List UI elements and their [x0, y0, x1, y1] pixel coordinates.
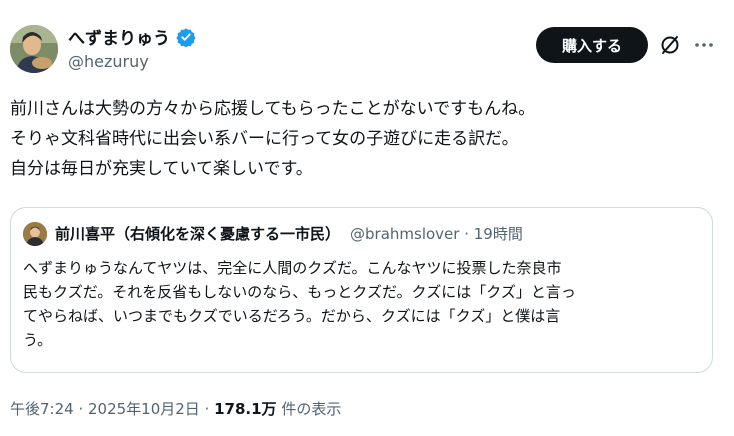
tweet-footer: 午後7:24 · 2025年10月2日 · 178.1万 件の表示: [10, 398, 341, 419]
author-avatar[interactable]: [10, 25, 58, 73]
quoted-tweet[interactable]: 前川喜平（右傾化を深く憂慮する一市民） @brahmslover · 19時間 …: [10, 207, 713, 373]
author-handle[interactable]: @hezuruy: [68, 52, 149, 71]
subscribe-button[interactable]: 購入する: [536, 27, 648, 63]
quoted-line: 民もクズだ。それを反省もしないのなら、もっとクズだ。クズには「クズ」と言っ: [23, 283, 576, 301]
quoted-author-meta: @brahmslover · 19時間: [350, 225, 523, 243]
quoted-line: てやらねば、いつまでもクズでいるだろう。だから、クズには「クズ」と僕は言: [23, 307, 561, 325]
quoted-line: へずまりゅうなんてヤツは、完全に人間のクズだ。こんなヤツに投票した奈良市: [23, 259, 562, 277]
tweet-text: 前川さんは大勢の方々から応援してもらったことがないですもんね。 そりゃ文科省時代…: [10, 94, 720, 184]
tweet-line: そりゃ文科省時代に出会い系バーに行って女の子遊びに走る訳だ。: [10, 129, 519, 149]
tweet-timestamp[interactable]: 午後7:24 · 2025年10月2日 ·: [10, 400, 214, 418]
view-count-label: 件の表示: [276, 400, 342, 418]
view-count: 178.1万: [214, 400, 277, 418]
quoted-author-avatar[interactable]: [23, 222, 47, 246]
author-display-name[interactable]: へずまりゅう: [68, 24, 170, 49]
quoted-tweet-header: 前川喜平（右傾化を深く憂慮する一市民） @brahmslover · 19時間: [55, 223, 523, 244]
quoted-author-name: 前川喜平（右傾化を深く憂慮する一市民）: [55, 225, 341, 243]
tweet-line: 前川さんは大勢の方々から応援してもらったことがないですもんね。: [10, 99, 536, 119]
author-name-row: へずまりゅう: [68, 24, 196, 49]
tweet-line: 自分は毎日が充実していて楽しいです。: [10, 159, 313, 179]
verified-badge-icon: [176, 27, 196, 48]
more-icon[interactable]: [692, 33, 716, 57]
quoted-tweet-text: へずまりゅうなんてヤツは、完全に人間のクズだ。こんなヤツに投票した奈良市 民もク…: [23, 256, 695, 352]
quoted-line: う。: [23, 331, 53, 349]
grok-icon[interactable]: [658, 33, 682, 57]
